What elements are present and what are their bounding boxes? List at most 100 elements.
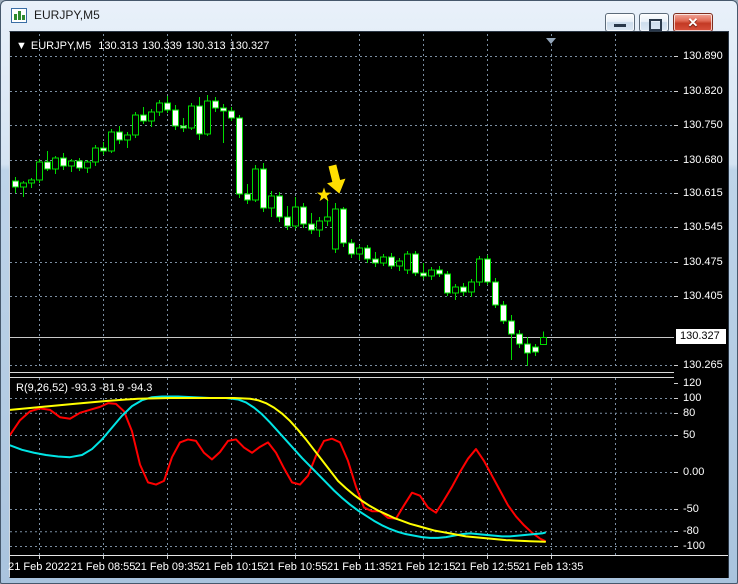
time-axis-tick: [487, 556, 488, 559]
bear-candle: [372, 258, 379, 264]
time-axis-tick: [359, 556, 360, 559]
star-icon[interactable]: [316, 187, 332, 202]
time-axis-tick: [103, 556, 104, 559]
ohlc-low: 130.313: [185, 40, 226, 52]
bear-candle: [236, 117, 243, 195]
restore-icon: [649, 19, 662, 31]
price-axis-label: 130.820: [683, 85, 723, 97]
bear-candle: [60, 157, 67, 167]
bear-candle: [500, 304, 507, 322]
indicator-axis-label: 80: [683, 407, 696, 419]
time-axis[interactable]: 21 Feb 2022 21 Feb 08:55 21 Feb 09:35 21 Fe…: [8, 555, 728, 578]
time-axis-tick: [167, 556, 168, 559]
price-axis-label: 130.475: [683, 256, 723, 268]
bull-candle: [204, 100, 211, 135]
bull-candle: [396, 260, 403, 267]
bear-candle: [420, 272, 427, 277]
time-axis-label: 21 Feb 09:35: [134, 561, 200, 573]
bull-candle: [20, 182, 27, 188]
price-axis-label-tick: [674, 125, 678, 126]
bull-candle: [68, 160, 75, 167]
close-button[interactable]: ✕: [673, 13, 713, 32]
bear-candle: [164, 102, 171, 111]
indicator-pane[interactable]: [10, 378, 674, 555]
time-axis-tick: [295, 556, 296, 559]
bear-candle: [300, 206, 307, 225]
bull-candle: [188, 105, 195, 129]
chart-shift-marker-icon: [546, 38, 556, 44]
time-axis-tick: [39, 556, 40, 559]
minimize-icon: [614, 24, 626, 27]
indicator-axis-label: 0.00: [683, 466, 705, 478]
indicator-axis-label: 100: [683, 392, 702, 404]
indicator-axis-label-tick: [674, 546, 678, 547]
restore-button[interactable]: [639, 13, 669, 32]
price-axis-label-tick: [674, 193, 678, 194]
bear-candle: [412, 253, 419, 274]
yellow-indicator-line: [10, 397, 546, 543]
minimize-button[interactable]: [605, 13, 635, 32]
chart-window: EURJPY,M5 ✕ ▼ EURJPY,M5 130.313 130.339 130…: [0, 0, 738, 584]
bear-candle: [508, 320, 515, 335]
price-axis[interactable]: 130.327 130.890 130.820 130.750 130.680 130.…: [674, 32, 728, 555]
bear-candle: [388, 256, 395, 267]
bear-candle: [516, 333, 523, 345]
indicator-axis-label: -100: [683, 540, 706, 552]
bear-candle: [348, 242, 355, 255]
bear-candle: [140, 114, 147, 122]
ohlc-readout[interactable]: ▼ EURJPY,M5 130.313 130.339 130.313 130.327: [16, 40, 273, 52]
bull-candle: [124, 134, 131, 141]
current-price-tag: 130.327: [676, 329, 726, 344]
bull-candle: [252, 168, 259, 201]
chart-expander-icon[interactable]: ▼: [16, 40, 27, 52]
bear-candle: [116, 131, 123, 141]
time-axis-tick: [231, 556, 232, 559]
price-pane[interactable]: [10, 34, 674, 368]
price-axis-label: 130.615: [683, 187, 723, 199]
bear-candle: [284, 216, 291, 227]
bull-candle: [404, 253, 411, 271]
bear-candle: [492, 281, 499, 306]
price-axis-label-tick: [674, 296, 678, 297]
price-axis-label: 130.545: [683, 221, 723, 233]
title-bar[interactable]: EURJPY,M5 ✕: [1, 1, 737, 32]
price-axis-label-tick: [674, 56, 678, 57]
bear-candle: [180, 125, 187, 129]
price-axis-label-tick: [674, 91, 678, 92]
bull-candle: [452, 286, 459, 294]
bull-candle: [84, 161, 91, 169]
bull-candle: [380, 256, 387, 264]
bull-candle: [268, 195, 275, 209]
price-axis-label-tick: [674, 262, 678, 263]
price-axis-label: 130.890: [683, 50, 723, 62]
bull-candle: [332, 208, 339, 250]
price-axis-label: 130.265: [683, 359, 723, 371]
ohlc-close: 130.327: [229, 40, 270, 52]
indicator-axis-label: -50: [683, 503, 699, 515]
bear-candle: [340, 208, 347, 244]
bull-candle: [108, 131, 115, 152]
price-axis-label: 130.405: [683, 290, 723, 302]
time-axis-label: 21 Feb 2022: [8, 561, 70, 573]
time-axis-tick: [423, 556, 424, 559]
price-axis-label-tick: [674, 365, 678, 366]
indicator-axis-label: 50: [683, 429, 696, 441]
bear-candle: [436, 269, 443, 275]
chart-area[interactable]: ▼ EURJPY,M5 130.313 130.339 130.313 130.327 …: [8, 31, 729, 578]
bear-candle: [484, 258, 491, 283]
bear-candle: [100, 147, 107, 152]
bull-candle: [132, 114, 139, 136]
bull-candle: [92, 147, 99, 163]
bull-candle: [36, 161, 43, 181]
sell-arrow-icon[interactable]: [323, 163, 348, 196]
indicator-axis-label: 120: [683, 377, 702, 389]
indicator-readout: R(9,26,52) -93.3 -81.9 -94.3: [16, 382, 152, 394]
price-axis-label-tick: [674, 160, 678, 161]
price-axis-label: 130.750: [683, 119, 723, 131]
bear-candle: [276, 195, 283, 218]
ohlc-open: 130.313: [98, 40, 139, 52]
bull-candle: [356, 247, 363, 255]
bear-candle: [220, 107, 227, 112]
indicator-name: R(9,26,52): [16, 382, 68, 394]
bear-candle: [12, 180, 19, 188]
